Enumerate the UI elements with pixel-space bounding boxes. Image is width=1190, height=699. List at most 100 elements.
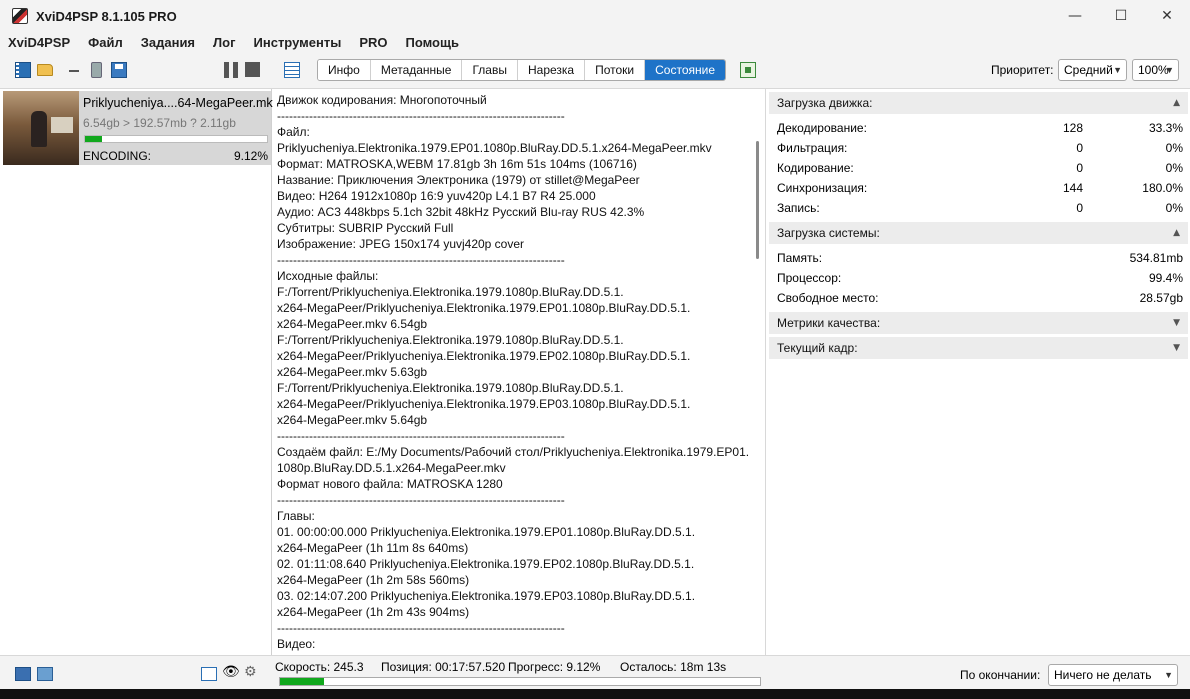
info-line: ----------------------------------------… [277,253,565,267]
menu-log[interactable]: Лог [211,35,237,50]
info-panel[interactable]: Движок кодирования: Многопоточный -------… [273,89,766,655]
task-status: ENCODING: [83,149,152,163]
open-folder-icon[interactable] [37,64,53,76]
os-taskbar [0,689,1190,699]
info-line: Создаём файл: E:/My Documents/Рабочий ст… [277,445,750,459]
stat-row: Запись: 0 0% [777,198,1183,218]
engine-load-title: Загрузка движка: [777,96,873,110]
stat-value: 99.4% [1148,271,1183,285]
menu-help[interactable]: Помощь [403,35,460,50]
menu-app[interactable]: XviD4PSP [6,35,72,50]
menu-bar: XviD4PSP Файл Задания Лог Инструменты PR… [0,32,1190,52]
expand-icon: ▼ [1173,318,1180,328]
tab-info[interactable]: Инфо [318,60,371,80]
stat-count: 128 [1062,121,1083,135]
stat-row: Свободное место: 28.57gb [777,288,1183,308]
export-icon[interactable] [740,62,756,78]
info-line: x264-MegaPeer/Priklyucheniya.Elektronika… [277,397,691,411]
batch-icon[interactable] [15,667,31,681]
info-line: ----------------------------------------… [277,109,565,123]
stat-label: Память: [777,251,823,265]
engine-load-header[interactable]: Загрузка движка: ▲ [769,92,1188,114]
preview-eye-icon[interactable]: 👁 [222,664,240,680]
save-icon[interactable] [111,62,127,78]
info-line: 02. 01:11:08.640 Priklyucheniya.Elektron… [277,557,695,571]
info-line: Формат нового файла: MATROSKA 1280 [277,477,503,491]
info-line: Движок кодирования: Многопоточный [277,93,487,107]
clear-tasks-icon[interactable] [91,62,102,78]
menu-pro[interactable]: PRO [357,35,389,50]
stat-row: Кодирование: 0 0% [777,158,1183,178]
app-logo-icon [12,8,28,24]
maximize-button[interactable]: ☐ [1098,0,1144,32]
minimize-button[interactable]: — [1052,0,1098,32]
remove-task-icon[interactable] [69,70,79,72]
open-video-icon[interactable] [15,62,31,78]
stop-icon[interactable] [245,62,260,77]
system-load-title: Загрузка системы: [777,226,880,240]
pause-icon[interactable] [224,62,238,78]
tab-trim[interactable]: Нарезка [517,60,586,80]
tab-metadata[interactable]: Метаданные [370,60,463,80]
stat-label: Фильтрация: [777,141,848,155]
tab-state[interactable]: Состояние [645,60,726,80]
stat-label: Кодирование: [777,161,854,175]
speed-text: Скорость: 245.3 [275,660,364,674]
log-icon[interactable] [201,667,217,681]
close-button[interactable]: ✕ [1144,0,1190,32]
stat-percent: 33.3% [1148,121,1183,135]
priority-select[interactable]: Средний ▼ [1058,59,1127,81]
overall-progress-bar [279,677,761,686]
info-line: Главы: [277,509,315,523]
info-line: x264-MegaPeer.mkv 6.54gb [277,317,428,331]
task-size: 6.54gb > 192.57mb ? 2.11gb [83,116,236,130]
info-line: Исходные файлы: [277,269,379,283]
stat-row: Декодирование: 128 33.3% [777,118,1183,138]
menu-tasks[interactable]: Задания [139,35,197,50]
info-line: Название: Приключения Электроника (1979)… [277,173,640,187]
menu-file[interactable]: Файл [86,35,125,50]
priority-label: Приоритет: [991,63,1054,77]
stat-value: 28.57gb [1139,291,1183,305]
info-line: 01. 00:00:00.000 Priklyucheniya.Elektron… [277,525,696,539]
info-line: Видео: H264 1912x1080p 16:9 yuv420p L4.1… [277,189,596,203]
position-text: Позиция: 00:17:57.520 [381,660,506,674]
stat-row: Фильтрация: 0 0% [777,138,1183,158]
info-line: x264-MegaPeer (1h 2m 43s 904ms) [277,605,470,619]
menu-tools[interactable]: Инструменты [252,35,344,50]
stat-count: 0 [1076,201,1083,215]
overall-progress-fill [280,678,324,685]
stat-percent: 0% [1165,201,1183,215]
expand-icon: ▼ [1173,343,1180,353]
info-line: x264-MegaPeer (1h 2m 58s 560ms) [277,573,470,587]
progress-text: Прогресс: 9.12% [508,660,601,674]
info-line: x264-MegaPeer (1h 11m 8s 640ms) [277,541,469,555]
network-icon[interactable] [37,667,53,681]
info-line: 03. 02:14:07.200 Priklyucheniya.Elektron… [277,589,696,603]
on-finish-value: Ничего не делать [1054,668,1152,682]
tab-streams[interactable]: Потоки [585,60,646,80]
current-frame-title: Текущий кадр: [777,341,858,355]
info-line: F:/Torrent/Priklyucheniya.Elektronika.19… [277,285,624,299]
chevron-down-icon: ▼ [1164,670,1173,680]
on-finish-select[interactable]: Ничего не делать ▼ [1048,664,1178,686]
info-scrollbar[interactable] [756,141,759,259]
stat-count: 0 [1076,141,1083,155]
info-line: Файл: [277,125,310,139]
tab-chapters[interactable]: Главы [462,60,518,80]
task-progress-fill [85,136,102,142]
stat-row: Процессор: 99.4% [777,268,1183,288]
info-line: Priklyucheniya.Elektronika.1979.EP01.108… [277,141,712,155]
stat-row: Память: 534.81mb [777,248,1183,268]
zoom-select[interactable]: 100% ▼ [1132,59,1179,81]
log-view-icon[interactable] [284,62,300,78]
info-line: F:/Torrent/Priklyucheniya.Elektronika.19… [277,381,624,395]
quality-metrics-header[interactable]: Метрики качества: ▼ [769,312,1188,334]
task-item[interactable]: Priklyucheniya....64-MegaPeer.mkv 6.54gb… [3,91,279,165]
system-load-header[interactable]: Загрузка системы: ▲ [769,222,1188,244]
current-frame-header[interactable]: Текущий кадр: ▼ [769,337,1188,359]
info-line: Видео: [277,637,316,651]
stat-count: 144 [1062,181,1083,195]
settings-gear-icon[interactable]: ⚙ [244,664,260,680]
info-line: x264-MegaPeer/Priklyucheniya.Elektronika… [277,301,691,315]
